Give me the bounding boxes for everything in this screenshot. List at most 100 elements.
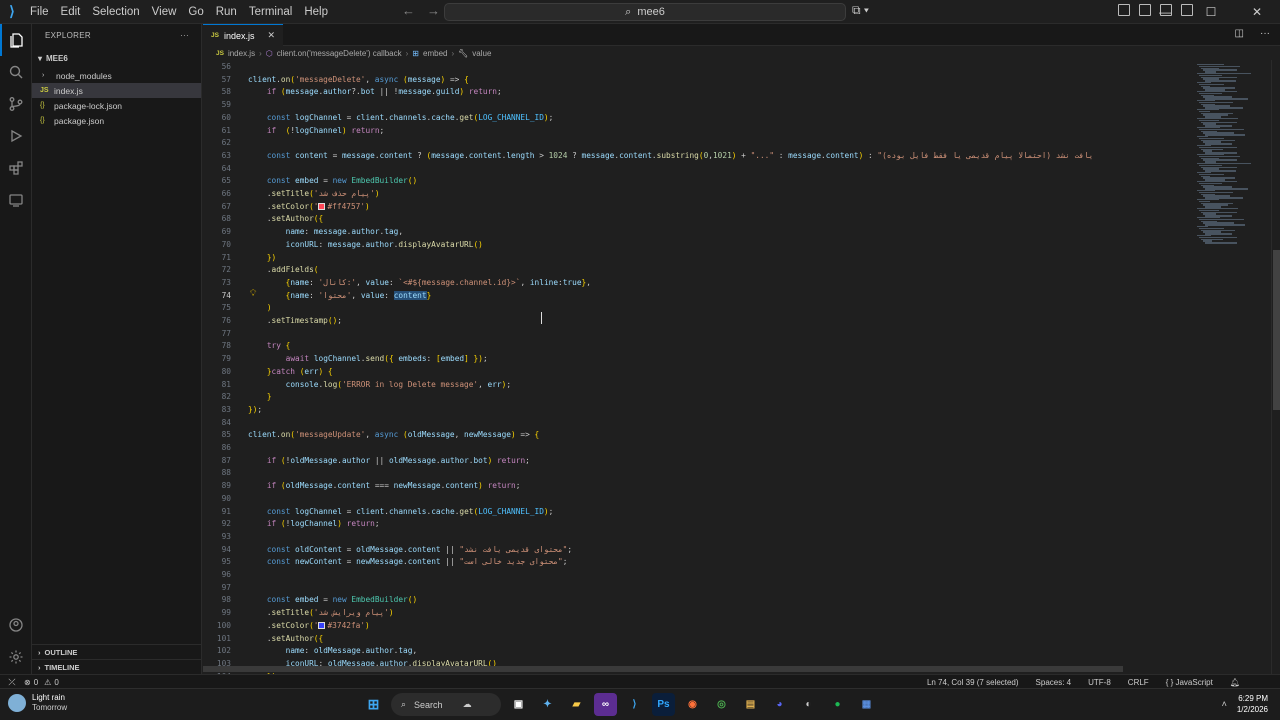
remote-indicator-icon[interactable]: ⤫ <box>0 675 24 689</box>
tree-item-package-lock[interactable]: {} package-lock.json <box>32 98 201 113</box>
code-line[interactable]: 72 .addFields( <box>203 264 1193 277</box>
tree-item-index-js[interactable]: JS index.js <box>32 83 201 98</box>
code-line[interactable]: 87 if (!oldMessage.author || oldMessage.… <box>203 455 1193 468</box>
code-line[interactable]: 56 <box>203 61 1193 74</box>
code-line[interactable]: 63 const content = message.content ? (me… <box>203 150 1193 163</box>
code-line[interactable]: 92 if (!logChannel) return; <box>203 518 1193 531</box>
tab-index-js[interactable]: JS index.js ✕ <box>203 24 283 46</box>
code-line[interactable]: 101 .setAuthor({ <box>203 633 1193 646</box>
steam-icon[interactable]: ◐ <box>797 693 820 716</box>
search-view-icon[interactable] <box>0 56 32 88</box>
toggle-primary-sidebar-icon[interactable] <box>1118 4 1130 16</box>
visual-studio-icon[interactable]: ∞ <box>594 693 617 716</box>
more-actions-icon[interactable]: ··· <box>1260 28 1270 39</box>
menu-go[interactable]: Go <box>182 0 209 24</box>
code-line[interactable]: 68 .setAuthor({ <box>203 213 1193 226</box>
code-line[interactable]: 94 const oldContent = oldMessage.content… <box>203 544 1193 557</box>
discord-icon[interactable]: ◕ <box>768 693 791 716</box>
code-line[interactable]: 83}); <box>203 404 1193 417</box>
copilot-app-icon[interactable]: ✦ <box>536 693 559 716</box>
menu-terminal[interactable]: Terminal <box>243 0 298 24</box>
indentation[interactable]: Spaces: 4 <box>1036 678 1072 687</box>
code-line[interactable]: 90 <box>203 493 1193 506</box>
code-line[interactable]: 69 name: message.author.tag, <box>203 226 1193 239</box>
code-line[interactable]: 85 client.on('messageUpdate', async (oldM… <box>203 429 1193 442</box>
code-line[interactable]: 77 <box>203 328 1193 341</box>
workspace-root[interactable]: ▾ MEE6 <box>32 48 201 68</box>
run-debug-icon[interactable] <box>0 120 32 152</box>
vertical-scrollbar[interactable] <box>1271 60 1280 674</box>
cursor-position[interactable]: Ln 74, Col 39 (7 selected) <box>927 678 1019 687</box>
code-editor[interactable]: 💡︎ 56 57 client.on('messageDelete', async … <box>203 60 1193 674</box>
close-tab-icon[interactable]: ✕ <box>267 30 275 41</box>
code-line[interactable]: 76 .setTimestamp(); <box>203 315 1193 328</box>
tree-item-package-json[interactable]: {} package.json <box>32 113 201 128</box>
explorer-icon[interactable] <box>0 24 32 56</box>
line-ending[interactable]: CRLF <box>1128 678 1149 687</box>
code-line[interactable]: 102 name: oldMessage.author.tag, <box>203 645 1193 658</box>
taskbar-search[interactable]: ⌕ Search ☁︎ <box>391 693 501 716</box>
code-line[interactable]: 67 .setColor(' #ff4757') <box>203 201 1193 214</box>
chrome-icon[interactable]: ◎ <box>710 693 733 716</box>
minimap[interactable] <box>1193 60 1271 674</box>
code-line[interactable]: 81 console.log('ERROR in log Delete mess… <box>203 379 1193 392</box>
code-line[interactable]: 58 if (message.author?.bot || !message.g… <box>203 86 1193 99</box>
code-line[interactable]: 88 <box>203 467 1193 480</box>
language-mode[interactable]: { } JavaScript <box>1166 678 1213 687</box>
split-editor-icon[interactable]: ◫ <box>1235 28 1244 39</box>
minimize-icon[interactable]: — <box>1142 0 1188 24</box>
code-line[interactable]: 95 const newContent = newMessage.content… <box>203 556 1193 569</box>
remote-explorer-icon[interactable] <box>0 184 32 216</box>
spotify-icon[interactable]: ● <box>826 693 849 716</box>
code-line[interactable]: 73 {name: 'کانال:', value: `<#${message.… <box>203 277 1193 290</box>
task-view-icon[interactable]: ▣ <box>507 693 530 716</box>
code-line[interactable]: 64 <box>203 163 1193 176</box>
code-line[interactable]: 62 <box>203 137 1193 150</box>
menu-run[interactable]: Run <box>210 0 243 24</box>
vertical-scrollbar-thumb[interactable] <box>1273 250 1280 410</box>
code-line[interactable]: 100 .setColor(' #3742fa') <box>203 620 1193 633</box>
clock[interactable]: 6:29 PM 1/2/2026 <box>1237 693 1268 715</box>
photoshop-icon[interactable]: Ps <box>652 693 675 716</box>
code-line[interactable]: 89 if (oldMessage.content === newMessage… <box>203 480 1193 493</box>
menu-file[interactable]: File <box>24 0 55 24</box>
menu-help[interactable]: Help <box>298 0 334 24</box>
code-line[interactable]: 98 const embed = new EmbedBuilder() <box>203 594 1193 607</box>
code-line[interactable]: 91 const logChannel = client.channels.ca… <box>203 506 1193 519</box>
source-control-icon[interactable] <box>0 88 32 120</box>
firefox-icon[interactable]: ◉ <box>681 693 704 716</box>
code-line[interactable]: 80 }catch (err) { <box>203 366 1193 379</box>
encoding[interactable]: UTF-8 <box>1088 678 1111 687</box>
tree-item-node-modules[interactable]: › node_modules <box>32 68 201 83</box>
code-line[interactable]: 93 <box>203 531 1193 544</box>
breadcrumb-object[interactable]: embed <box>423 49 447 58</box>
maximize-icon[interactable]: ☐ <box>1188 0 1234 24</box>
file-explorer-icon[interactable]: ▰ <box>565 693 588 716</box>
code-line[interactable]: 78 try { <box>203 340 1193 353</box>
command-center-search[interactable]: ⌕ mee6 <box>444 3 846 21</box>
code-line[interactable]: 65 const embed = new EmbedBuilder() <box>203 175 1193 188</box>
code-line[interactable]: 79 await logChannel.send({ embeds: [embe… <box>203 353 1193 366</box>
app-icon[interactable]: ▦ <box>855 693 878 716</box>
copilot-icon[interactable]: ⧉ ▾ <box>852 3 869 18</box>
app-icon[interactable]: ▤ <box>739 693 762 716</box>
code-line[interactable]: 70 iconURL: message.author.displayAvatar… <box>203 239 1193 252</box>
breadcrumb-function[interactable]: client.on('messageDelete') callback <box>277 49 402 58</box>
menu-view[interactable]: View <box>146 0 183 24</box>
code-line[interactable]: 97 <box>203 582 1193 595</box>
code-line[interactable]: 84 <box>203 417 1193 430</box>
horizontal-scrollbar[interactable] <box>203 666 1123 672</box>
outline-section[interactable]: › OUTLINE <box>32 644 202 659</box>
notifications-bell-icon[interactable]: 🔔︎ <box>1230 678 1240 687</box>
forward-arrow-icon[interactable]: → <box>427 3 440 18</box>
code-line[interactable]: 74 {name: 'محتوا', value: content} <box>203 290 1193 303</box>
code-line[interactable]: 59 <box>203 99 1193 112</box>
windows-start-icon[interactable]: ⊞ <box>362 693 385 716</box>
code-line[interactable]: 61 if (!logChannel) return; <box>203 125 1193 138</box>
close-window-icon[interactable]: ✕ <box>1234 0 1280 24</box>
breadcrumb-property[interactable]: value <box>472 49 491 58</box>
settings-gear-icon[interactable] <box>0 641 32 673</box>
menu-selection[interactable]: Selection <box>86 0 145 24</box>
menu-edit[interactable]: Edit <box>55 0 87 24</box>
breadcrumb-file[interactable]: index.js <box>228 49 255 58</box>
